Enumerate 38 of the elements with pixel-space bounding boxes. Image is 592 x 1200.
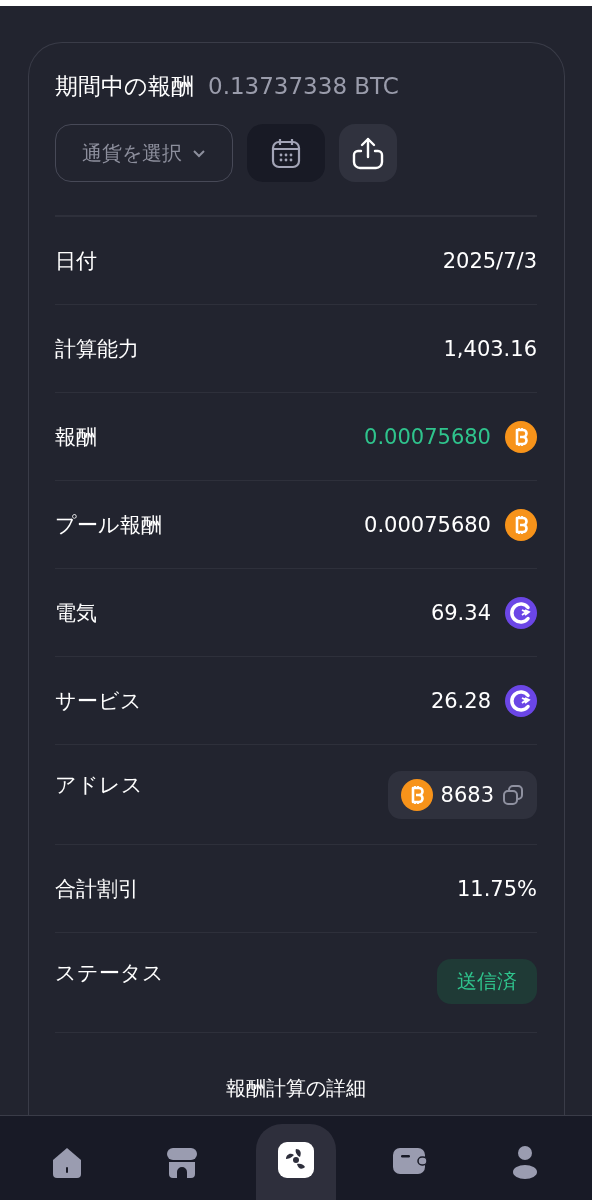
store-icon xyxy=(164,1146,199,1180)
total-reward: 0.13737338 BTC xyxy=(208,73,399,99)
nav-tab[interactable] xyxy=(255,1124,336,1200)
row-label: プール報酬 xyxy=(55,511,162,539)
row-label: 電気 xyxy=(55,599,97,627)
coin-icon xyxy=(505,684,537,717)
row-label: 日付 xyxy=(55,247,97,275)
share-icon xyxy=(351,136,385,170)
coin-icon xyxy=(505,596,537,629)
chevron-down-icon xyxy=(192,148,206,158)
row-label: 計算能力 xyxy=(55,335,139,363)
share-button[interactable] xyxy=(339,124,397,182)
bitcoin-icon xyxy=(505,420,537,453)
calendar-icon xyxy=(271,137,301,169)
status-badge: 送信済 xyxy=(437,959,537,1004)
row-value: 0.00075680 xyxy=(364,512,491,537)
row-value: 69.34 xyxy=(430,600,491,625)
row-label: 合計割引 xyxy=(55,875,139,903)
fan-icon xyxy=(277,1142,314,1178)
profile-icon xyxy=(511,1146,538,1180)
row-label: アドレス xyxy=(55,772,143,799)
address-chip[interactable]: 8683 xyxy=(387,771,537,819)
currency-select[interactable]: 通貨を選択 xyxy=(55,124,233,182)
wallet-icon xyxy=(392,1146,429,1176)
row-value: 26.28 xyxy=(430,688,491,713)
calendar-button[interactable] xyxy=(247,124,325,182)
bitcoin-icon xyxy=(400,779,433,811)
card-title: 期間中の報酬 xyxy=(55,72,194,101)
row-label: ステータス xyxy=(55,960,164,987)
row-value: 11.75% xyxy=(456,876,537,901)
row-value: 1,403.16 xyxy=(443,336,537,361)
bitcoin-icon xyxy=(505,508,537,541)
row-value: 2025/7/3 xyxy=(442,248,537,273)
copy-icon xyxy=(502,784,524,806)
row-value: 0.00075680 xyxy=(364,424,491,449)
row-label: 報酬 xyxy=(55,423,97,451)
row-label: サービス xyxy=(55,687,142,715)
details-link[interactable]: 報酬計算の詳細 xyxy=(55,1075,537,1102)
